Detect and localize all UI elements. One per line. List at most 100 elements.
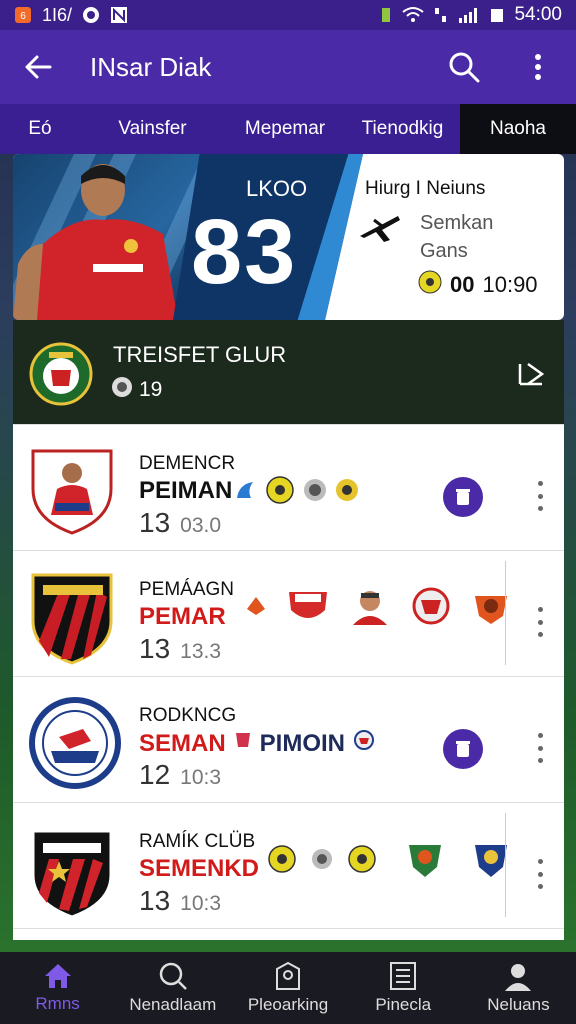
hero-stat-extra: 10:90 bbox=[482, 272, 538, 297]
tab-3[interactable]: Mepemar bbox=[225, 104, 345, 154]
player-name: SEMENKD bbox=[139, 855, 259, 883]
nav-home[interactable]: Rmns bbox=[0, 952, 115, 1024]
club-shield-icon bbox=[29, 823, 115, 924]
stat-small: 13.3 bbox=[180, 640, 222, 663]
badge-icon bbox=[276, 961, 300, 990]
search-button[interactable] bbox=[442, 45, 486, 89]
notification-icon: 6 bbox=[14, 6, 32, 24]
search-icon bbox=[449, 52, 480, 83]
person-icon bbox=[505, 964, 532, 991]
more-options-button[interactable] bbox=[516, 45, 560, 89]
football-icon bbox=[418, 270, 442, 300]
player-avatar-icon bbox=[349, 585, 391, 632]
stat-small: 10:3 bbox=[180, 766, 222, 789]
row-more-button[interactable] bbox=[530, 481, 550, 511]
status-bar: 6 1I6/ 54:00 bbox=[0, 0, 576, 30]
list-item-partial bbox=[13, 928, 564, 940]
app-bar: INsar Diak bbox=[0, 30, 576, 104]
row-more-button[interactable] bbox=[530, 607, 550, 637]
player-name-a: SEMENKD bbox=[139, 855, 260, 882]
hero-stat: 00 10:90 bbox=[418, 270, 538, 300]
row-icons bbox=[233, 475, 359, 510]
divider bbox=[505, 561, 506, 665]
stat-big: 12 bbox=[139, 759, 171, 790]
football-icon bbox=[347, 844, 377, 879]
club-icon bbox=[233, 478, 257, 507]
club-crest-icon bbox=[287, 586, 329, 631]
club-crest-icon bbox=[411, 586, 451, 631]
nav-ranking-label: Pleoarking bbox=[247, 995, 329, 1014]
team-name: DEMENCR bbox=[139, 453, 236, 474]
featured-player-card[interactable]: LKOO 83 Hiurg I Neiuns Semkan Gans 00 10… bbox=[13, 154, 564, 320]
list-item[interactable]: DEMENCR PEIMAN 13 03.0 bbox=[13, 424, 564, 550]
hero-info-sub2: Gans bbox=[420, 240, 468, 262]
player-name-a: SEMAN bbox=[139, 729, 226, 757]
bottom-navigation: Rmns Nenadlaam Pleoarking Pinecla Neluan… bbox=[0, 952, 576, 1024]
counter-icon bbox=[111, 376, 133, 404]
club-banner-count: 19 bbox=[111, 376, 162, 404]
club-crest-icon bbox=[473, 839, 509, 884]
nav-search-label: Nenadlaam bbox=[129, 995, 217, 1014]
nav-profile-label: Neluans bbox=[487, 995, 550, 1014]
open-arrow-icon[interactable] bbox=[516, 358, 546, 393]
score-label: LKOO bbox=[246, 176, 308, 201]
back-button[interactable] bbox=[16, 45, 60, 89]
transfer-club-banner[interactable]: TREISFET GLUR 19 bbox=[13, 320, 564, 424]
club-list: DEMENCR PEIMAN 13 03.0 PEMÁAGN PEMAR 13 … bbox=[13, 424, 564, 940]
delete-button[interactable] bbox=[443, 477, 483, 517]
stat-big: 13 bbox=[139, 633, 171, 664]
club-shield-icon bbox=[29, 445, 115, 540]
app-notification-icon bbox=[110, 6, 128, 24]
svg-text:6: 6 bbox=[20, 11, 26, 22]
row-stats: 13 03.0 bbox=[139, 507, 221, 539]
nav-ranking[interactable]: Pleoarking bbox=[230, 952, 345, 1024]
club-icon bbox=[245, 595, 267, 622]
trash-icon bbox=[456, 741, 470, 757]
nav-profile[interactable]: Neluans bbox=[461, 952, 576, 1024]
list-item[interactable]: PEMÁAGN PEMAR 13 13.3 bbox=[13, 550, 564, 676]
player-name: SEMAN PIMOIN bbox=[139, 729, 375, 758]
list-item[interactable]: RAMÍK CLÜB SEMENKD 13 10:3 bbox=[13, 802, 564, 928]
row-more-button[interactable] bbox=[530, 859, 550, 889]
club-icon bbox=[234, 729, 252, 758]
stat-small: 10:3 bbox=[180, 892, 222, 915]
nav-list-label: Pinecla bbox=[375, 995, 432, 1014]
row-icons bbox=[245, 585, 511, 632]
club-icon bbox=[353, 729, 375, 758]
club-badge-icon bbox=[29, 697, 121, 794]
team-name: PEMÁAGN bbox=[139, 579, 235, 600]
hero-info-sub1: Semkan bbox=[420, 212, 494, 234]
nav-home-label: Rmns bbox=[35, 994, 80, 1013]
tab-bar: Eó Vainsfer Mepemar Tienodkig Naoha bbox=[0, 104, 576, 154]
battery-saver-icon bbox=[380, 6, 392, 24]
status-right: 54:00 bbox=[380, 4, 562, 26]
row-more-button[interactable] bbox=[530, 733, 550, 763]
tab-5-active[interactable]: Naoha bbox=[460, 104, 576, 154]
status-left: 6 1I6/ bbox=[14, 5, 128, 26]
status-left-text: 1I6/ bbox=[42, 4, 73, 25]
tab-2[interactable]: Vainsfer bbox=[80, 104, 225, 154]
delete-button[interactable] bbox=[443, 729, 483, 769]
tab-4[interactable]: Tienodkig bbox=[345, 104, 460, 154]
row-stats: 13 13.3 bbox=[139, 633, 221, 665]
football-icon bbox=[267, 844, 297, 879]
list-item[interactable]: RODKNCG SEMAN PIMOIN 12 10:3 bbox=[13, 676, 564, 802]
nav-search[interactable]: Nenadlaam bbox=[115, 952, 230, 1024]
player-rating: 83 bbox=[191, 201, 298, 303]
airplane-icon bbox=[356, 208, 404, 253]
nav-list[interactable]: Pinecla bbox=[346, 952, 461, 1024]
wifi-icon bbox=[402, 6, 425, 24]
hero-stat-value: 00 bbox=[450, 272, 475, 297]
status-time: 54:00 bbox=[514, 4, 562, 25]
sync-icon bbox=[82, 6, 100, 24]
tab-1[interactable]: Eó bbox=[0, 104, 80, 154]
hero-info-title: Hiurg I Neiuns bbox=[365, 178, 486, 199]
stat-big: 13 bbox=[139, 507, 171, 538]
player-name: PEMAR bbox=[139, 603, 226, 631]
player-name: PEIMAN bbox=[139, 477, 232, 505]
medal-icon bbox=[303, 478, 327, 507]
signal-icon bbox=[458, 6, 480, 24]
player-name-a: PEMAR bbox=[139, 603, 226, 630]
club-crest-icon bbox=[407, 839, 443, 884]
team-name: RODKNCG bbox=[139, 705, 237, 726]
